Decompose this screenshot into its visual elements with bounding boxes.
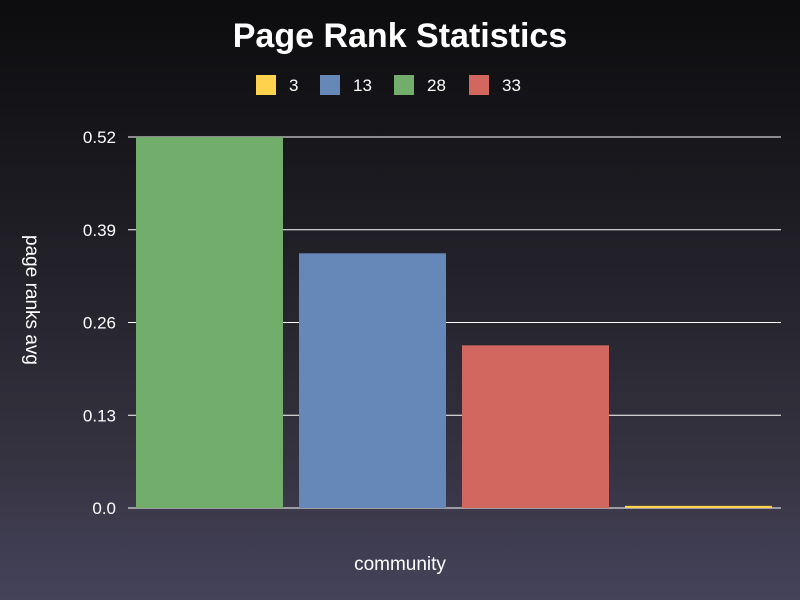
legend: 3 13 28 33	[256, 75, 521, 95]
bar-13	[299, 253, 446, 508]
chart: Page Rank Statistics 3 13 28 33 0.0 0.13 0.26…	[21, 17, 781, 575]
legend-swatch	[256, 75, 276, 95]
y-axis-ticks: 0.0 0.13 0.26 0.39 0.52	[83, 128, 116, 518]
legend-swatch	[469, 75, 489, 95]
legend-swatch	[394, 75, 414, 95]
chart-title: Page Rank Statistics	[233, 17, 567, 55]
bar-33	[462, 345, 609, 508]
y-tick-label: 0.13	[83, 406, 116, 425]
legend-item: 28	[394, 75, 446, 95]
bar-28	[136, 137, 283, 508]
legend-label: 3	[289, 76, 298, 95]
x-axis-label: community	[354, 554, 446, 575]
legend-item: 3	[256, 75, 298, 95]
legend-label: 33	[502, 76, 521, 95]
legend-item: 33	[469, 75, 521, 95]
legend-swatch	[320, 75, 340, 95]
y-tick-label: 0.39	[83, 221, 116, 240]
legend-item: 13	[320, 75, 372, 95]
bar-3	[625, 505, 772, 508]
y-tick-label: 0.26	[83, 314, 116, 333]
y-tick-label: 0.52	[83, 128, 116, 147]
legend-label: 13	[353, 76, 372, 95]
legend-label: 28	[427, 76, 446, 95]
y-axis-label: page ranks avg	[21, 235, 42, 365]
y-tick-label: 0.0	[92, 499, 116, 518]
